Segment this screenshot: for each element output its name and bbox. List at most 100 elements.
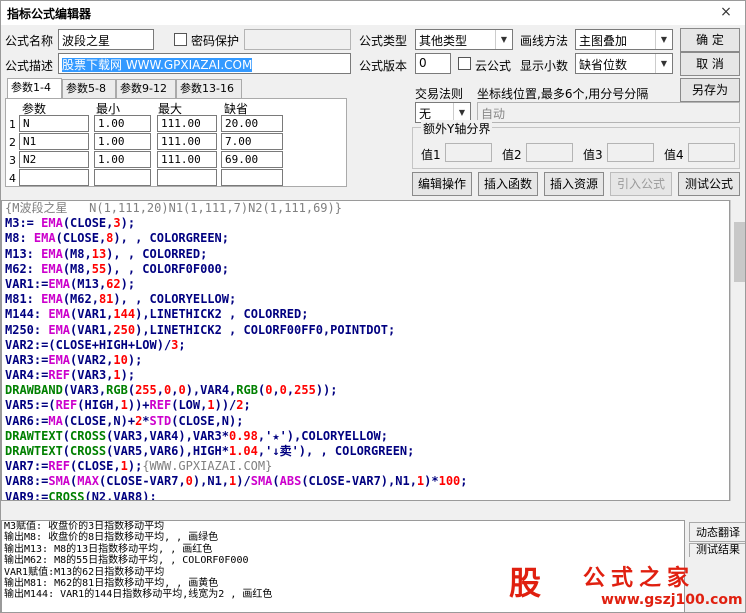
y3-label: 值3 [583, 148, 603, 162]
code-token: VAR2:=(CLOSE+HIGH+LOW)/ [5, 337, 172, 352]
code-token: 255 [294, 383, 316, 398]
draw-label: 画线方法 [520, 34, 569, 48]
code-token: 250 [113, 322, 136, 337]
code-token: EMA [33, 231, 56, 246]
close-icon[interactable]: × [717, 4, 735, 20]
code-token: REF [55, 398, 78, 413]
param-row-number: 4 [9, 172, 16, 185]
code-token: ABS [279, 474, 302, 489]
param-name-cell[interactable]: N [19, 115, 89, 132]
code-token: 2 [236, 398, 244, 413]
code-line: M62: EMA(M8,55), , COLORF0F000; [5, 262, 468, 277]
code-token: STD [149, 413, 172, 428]
param-default-cell[interactable]: 7.00 [221, 133, 283, 150]
code-token: DRAWBAND [5, 383, 63, 398]
code-token: 100 [438, 474, 461, 489]
ok-button[interactable]: 确 定 [680, 28, 740, 52]
code-token: ),N1, [192, 474, 230, 489]
param-min-cell[interactable]: 1.00 [94, 133, 151, 150]
code-token: M8: [5, 231, 34, 246]
code-token: EMA [41, 261, 63, 276]
code-token: 55 [91, 261, 107, 276]
code-line: DRAWTEXT(CROSS(VAR5,VAR6),HIGH*1.04,'↓卖'… [5, 444, 468, 459]
param-default-cell[interactable] [221, 169, 283, 186]
param-name-cell[interactable]: N1 [19, 133, 89, 150]
code-token: ), , COLORRED; [106, 246, 208, 261]
edit-ops-button[interactable]: 编辑操作 [412, 172, 472, 196]
tab-params-13-16[interactable]: 参数13-16 [176, 79, 242, 98]
decimals-label: 显示小数 [520, 59, 569, 73]
code-token: EMA [48, 352, 71, 367]
code-token: REF [48, 459, 71, 474]
output-line: 输出M8: 收盘价的8日指数移动平均, , 画绿色 [4, 532, 219, 544]
code-editor[interactable]: {M波段之星 N(1,111,20)N1(1,111,7)N2(1,111,69… [1, 200, 730, 501]
type-select[interactable]: 其他类型 ▼ [415, 29, 513, 50]
decimals-select[interactable]: 缺省位数 ▼ [575, 53, 673, 74]
name-field[interactable]: 波段之星 [58, 29, 154, 50]
y4-label: 值4 [664, 148, 684, 162]
param-max-cell[interactable] [157, 169, 217, 186]
code-token: M62: [5, 261, 42, 276]
code-line: M250: EMA(VAR1,250),LINETHICK2 , COLORF0… [5, 323, 468, 338]
test-result-tab[interactable]: 测试结果 [689, 543, 745, 557]
editor-scrollbar[interactable] [730, 200, 745, 501]
dynamic-translate-tab[interactable]: 动态翻译 [689, 522, 745, 542]
code-token: ),VAR4, [185, 383, 237, 398]
code-line: VAR3:=EMA(VAR2,10); [5, 353, 468, 368]
version-field[interactable]: 0 [415, 53, 451, 74]
version-label: 公式版本 [359, 59, 408, 73]
test-formula-button[interactable]: 测试公式 [678, 172, 740, 196]
code-token: 1 [207, 398, 215, 413]
output-line: 输出M13: M8的13日指数移动平均, , 画红色 [4, 543, 213, 555]
param-min-cell[interactable]: 1.00 [94, 115, 151, 132]
tab-params-5-8[interactable]: 参数5-8 [62, 79, 116, 98]
param-name-cell[interactable] [19, 169, 89, 186]
code-token: (M8, [62, 261, 92, 276]
scrollbar-thumb[interactable] [734, 222, 745, 282]
param-max-cell[interactable]: 111.00 [157, 115, 217, 132]
code-token: (VAR3,VAR4),VAR3* [106, 428, 229, 443]
cancel-button[interactable]: 取 消 [680, 52, 740, 76]
code-token: 1 [120, 459, 128, 474]
insert-function-button[interactable]: 插入函数 [478, 172, 538, 196]
tab-params-9-12[interactable]: 参数9-12 [116, 79, 176, 98]
code-token: SMA [250, 474, 273, 489]
code-token: 13 [91, 246, 107, 261]
type-label: 公式类型 [359, 34, 408, 48]
draw-value: 主图叠加 [579, 34, 628, 48]
tab-params-1-4[interactable]: 参数1-4 [7, 78, 62, 99]
code-token: 10 [113, 352, 128, 367]
code-token: (CLOSE, [62, 216, 114, 231]
param-row-number: 3 [9, 154, 16, 167]
code-token: {WWW.GPXIAZAI.COM} [142, 459, 273, 474]
code-token: ( [62, 444, 71, 458]
cloud-checkbox[interactable] [458, 57, 471, 70]
coord-field[interactable]: 自动 [477, 102, 740, 123]
param-default-cell[interactable]: 69.00 [221, 151, 283, 168]
insert-resource-button[interactable]: 插入资源 [544, 172, 604, 196]
password-checkbox[interactable] [174, 33, 187, 46]
code-token: (VAR1, [70, 307, 114, 322]
code-token: ( [127, 383, 136, 398]
param-name-cell[interactable]: N2 [19, 151, 89, 168]
type-value: 其他类型 [419, 34, 468, 48]
code-token: CROSS [70, 444, 107, 458]
import-formula-button[interactable]: 引入公式 [610, 172, 672, 196]
desc-field[interactable]: 股票下载网 WWW.GPXIAZAI.COM [58, 53, 351, 74]
draw-select[interactable]: 主图叠加 ▼ [575, 29, 673, 50]
code-token: (LOW, [171, 398, 208, 413]
code-token: 1.04 [228, 444, 258, 458]
code-token: 62 [106, 276, 121, 291]
save-as-button[interactable]: 另存为 [680, 78, 740, 102]
code-token: (VAR2, [70, 352, 114, 367]
code-token: (HIGH, [77, 398, 121, 413]
param-default-cell[interactable]: 20.00 [221, 115, 283, 132]
param-max-cell[interactable]: 111.00 [157, 151, 217, 168]
param-min-cell[interactable] [94, 169, 151, 186]
param-max-cell[interactable]: 111.00 [157, 133, 217, 150]
code-line: VAR6:=MA(CLOSE,N)+2*STD(CLOSE,N); [5, 414, 468, 429]
param-min-cell[interactable]: 1.00 [94, 151, 151, 168]
code-token: SMA [48, 474, 71, 489]
y1-label: 值1 [421, 148, 441, 162]
code-token: M144: [5, 307, 49, 322]
